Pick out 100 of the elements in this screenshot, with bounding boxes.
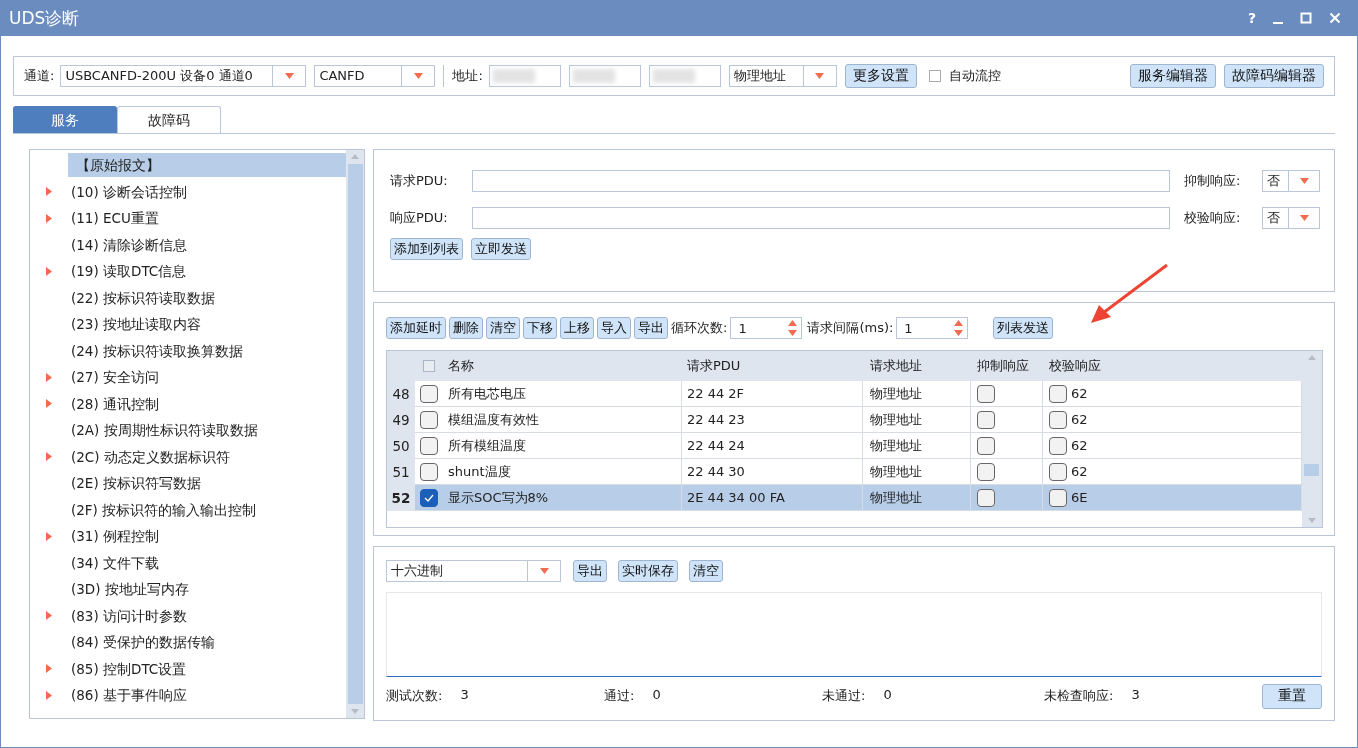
toolbar-button[interactable]: 实时保存 — [618, 560, 678, 582]
table-row[interactable]: 48 所有电芯电压 22 44 2F 物理地址 62 — [387, 381, 1302, 407]
tree-item[interactable]: (23) 按地址读取内容 — [68, 312, 207, 337]
table-cell: 所有模组温度 — [442, 433, 682, 459]
tree-item[interactable]: (3D) 按地址写内存 — [68, 577, 195, 602]
checkbox[interactable] — [977, 462, 995, 481]
list-send-button[interactable]: 列表发送 — [993, 317, 1054, 339]
checkbox[interactable] — [419, 436, 438, 455]
checkbox[interactable] — [1049, 384, 1067, 403]
yes-no-dropdown[interactable]: 否 — [1262, 206, 1320, 229]
protocol-dropdown[interactable]: CANFD — [314, 65, 436, 87]
toolbar-button[interactable]: 添加延时 — [386, 317, 446, 339]
table-cell: 物理地址 — [863, 459, 971, 485]
tab[interactable]: 服务 — [13, 106, 117, 133]
checkbox[interactable] — [977, 488, 995, 507]
tree-item[interactable]: (2C) 动态定义数据标识符 — [68, 444, 236, 469]
address-type-dropdown[interactable]: 物理地址 — [728, 65, 837, 87]
toolbar-button[interactable]: 导入 — [597, 317, 631, 339]
row-number: 51 — [387, 459, 415, 485]
service-editor-button[interactable]: 服务编辑器 — [1130, 64, 1216, 88]
yes-no-dropdown[interactable]: 否 — [1262, 169, 1320, 192]
checkbox[interactable] — [977, 436, 995, 455]
table-row[interactable]: 52 显示SOC写为8% 2E 44 34 00 FA 物理地址 6E — [387, 485, 1302, 511]
caret-icon — [413, 73, 423, 79]
scroll-up-icon — [351, 154, 359, 159]
toolbar-button[interactable]: 导出 — [634, 317, 668, 339]
expand-arrow-icon — [46, 399, 52, 409]
caret-icon — [815, 73, 825, 79]
toolbar-button[interactable]: 清空 — [689, 560, 723, 582]
tree-item[interactable]: (86) 基于事件响应 — [68, 683, 193, 708]
table-row[interactable]: 50 所有模组温度 22 44 24 物理地址 62 — [387, 433, 1302, 459]
column-header[interactable]: 校验响应 — [1043, 357, 1302, 375]
tree-item[interactable]: (14) 清除诊断信息 — [68, 232, 193, 257]
table-cell: 62 — [1071, 438, 1088, 453]
table-row[interactable]: 49 模组温度有效性 22 44 23 物理地址 62 — [387, 407, 1302, 433]
tree-item[interactable]: (28) 通讯控制 — [68, 391, 165, 416]
tree-item[interactable]: (27) 安全访问 — [68, 365, 165, 390]
table-row[interactable]: 51 shunt温度 22 44 30 物理地址 62 — [387, 459, 1302, 485]
request-pdu-field[interactable] — [472, 169, 1170, 192]
expand-arrow-icon — [46, 690, 52, 700]
expand-arrow-icon — [46, 531, 52, 541]
loop-count-field[interactable]: 1 — [730, 317, 803, 339]
scroll-thumb[interactable] — [347, 164, 363, 704]
toolbar-button[interactable]: 下移 — [523, 317, 557, 339]
tree-item[interactable]: (19) 读取DTC信息 — [68, 259, 193, 284]
tree-item[interactable]: (34) 文件下载 — [68, 550, 165, 575]
tree-item[interactable]: (2E) 按标识符写数据 — [68, 471, 207, 496]
checkbox[interactable] — [419, 488, 438, 507]
checkbox[interactable] — [1049, 410, 1067, 429]
send-now-button[interactable]: 立即发送 — [471, 238, 531, 260]
tree-item[interactable]: (10) 诊断会话控制 — [68, 179, 193, 204]
toolbar-button[interactable]: 上移 — [560, 317, 594, 339]
toolbar-button[interactable]: 删除 — [449, 317, 483, 339]
checkbox[interactable] — [1049, 436, 1067, 455]
tree-item[interactable]: 【原始报文】 — [68, 153, 346, 178]
checkbox[interactable] — [928, 70, 941, 82]
checkbox[interactable] — [1049, 488, 1067, 507]
tree-item[interactable]: (84) 受保护的数据传输 — [68, 630, 221, 655]
tree-item[interactable]: (31) 例程控制 — [68, 524, 165, 549]
column-header[interactable]: 名称 — [442, 357, 682, 375]
column-header[interactable]: 请求地址 — [863, 357, 971, 375]
tree-item[interactable]: (22) 按标识符读取数据 — [68, 285, 221, 310]
checkbox[interactable] — [977, 384, 995, 403]
toolbar-button[interactable]: 清空 — [486, 317, 520, 339]
scrollbar[interactable] — [346, 150, 364, 718]
add-to-list-button[interactable]: 添加到列表 — [390, 238, 463, 260]
tree-item[interactable]: (2A) 按周期性标识符读取数据 — [68, 418, 264, 443]
field-label: 校验响应: — [1184, 208, 1242, 227]
address-field[interactable] — [648, 65, 721, 87]
table-cell: 62 — [1071, 464, 1088, 479]
tree-item[interactable]: (11) ECU重置 — [68, 206, 165, 231]
response-pdu-field[interactable] — [472, 206, 1170, 229]
tree-item[interactable]: (83) 访问计时参数 — [68, 603, 193, 628]
scrollbar[interactable] — [1302, 351, 1322, 527]
dtc-editor-button[interactable]: 故障码编辑器 — [1224, 64, 1324, 88]
checkbox[interactable] — [419, 384, 438, 403]
tree-item[interactable]: (2F) 按标识符的输入输出控制 — [68, 497, 263, 522]
field-label: 请求间隔(ms): — [807, 319, 894, 337]
blurred-text — [652, 69, 695, 83]
channel-dropdown[interactable]: USBCANFD-200U 设备0 通道0 — [60, 65, 307, 87]
interval-field[interactable]: 1 — [896, 317, 969, 339]
address-field[interactable] — [568, 65, 641, 87]
spin-arrows-icon — [954, 320, 964, 336]
tree-item[interactable]: (24) 按标识符读取换算数据 — [68, 338, 249, 363]
more-settings-button[interactable]: 更多设置 — [844, 64, 917, 88]
scroll-thumb[interactable] — [1304, 464, 1319, 476]
toolbar-button[interactable]: 导出 — [573, 560, 607, 582]
field-label: 请求PDU: — [390, 171, 449, 190]
checkbox[interactable] — [419, 410, 438, 429]
tab[interactable]: 故障码 — [117, 106, 221, 133]
column-header[interactable]: 请求PDU — [682, 357, 863, 375]
tree-item[interactable]: (85) 控制DTC设置 — [68, 656, 193, 681]
address-field[interactable] — [488, 65, 561, 87]
checkbox[interactable] — [1049, 462, 1067, 481]
column-header[interactable]: 抑制响应 — [971, 357, 1043, 375]
checkbox[interactable] — [977, 410, 995, 429]
reset-button[interactable]: 重置 — [1262, 683, 1322, 709]
format-dropdown[interactable]: 十六进制 — [386, 560, 561, 582]
select-all-checkbox[interactable] — [422, 360, 435, 372]
checkbox[interactable] — [419, 462, 438, 481]
